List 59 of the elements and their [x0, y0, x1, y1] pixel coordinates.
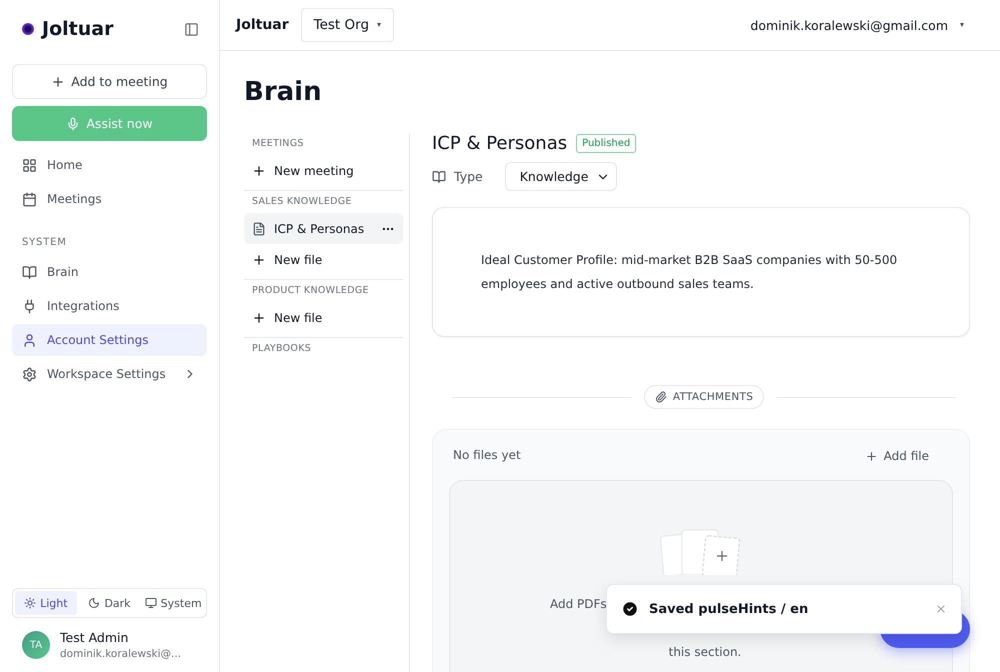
paperclip-icon [654, 391, 667, 403]
brand-name: Joltuar [236, 17, 289, 33]
nav-item[interactable]: Home [12, 149, 207, 181]
nav-icon [22, 192, 37, 206]
document-body: Ideal Customer Profile: mid-market B2B SaaS companies with 50-500 employees and active outbound sales teams. [481, 252, 898, 293]
plus-icon [864, 450, 878, 462]
attachments-label: ATTACHMENTS [644, 385, 764, 409]
nav-icon [22, 366, 37, 382]
close-icon[interactable] [935, 603, 947, 615]
type-label: Type [454, 169, 483, 184]
tree-section-heading: PRODUCT KNOWLEDGE [244, 279, 403, 302]
add-file-button[interactable]: Add file [858, 448, 935, 464]
check-icon [621, 600, 639, 618]
nav-icon [22, 264, 37, 280]
add-to-meeting-button[interactable]: Add to meeting [12, 64, 207, 99]
status-badge: Published [576, 134, 636, 153]
document-icon [252, 222, 266, 236]
new-item[interactable]: New file [244, 302, 403, 333]
user-email: dominik.koralewski@... [60, 648, 182, 660]
book-icon [432, 170, 446, 184]
section-heading: SYSTEM [21, 237, 68, 248]
drop-text: Add PDFs [550, 597, 607, 611]
account-menu[interactable]: dominik.koralewski@gmail.com [744, 16, 970, 34]
document-title: ICP & Personas [432, 133, 568, 154]
logo-icon [22, 23, 34, 35]
moon-icon [88, 597, 100, 609]
plus-icon [252, 310, 266, 324]
plus-icon [252, 252, 266, 266]
tree-section-heading: MEETINGS [251, 137, 305, 151]
nav-icon [22, 158, 37, 172]
nav-icon [22, 298, 37, 314]
file-item[interactable]: ICP & Personas [244, 213, 403, 244]
new-item[interactable]: New file [244, 244, 403, 275]
tree-section-heading: PLAYBOOKS [244, 337, 403, 360]
page-title: Brain [244, 77, 323, 107]
nav-item[interactable]: Workspace Settings [12, 358, 207, 390]
org-dropdown[interactable]: Test Org [300, 8, 394, 42]
toast-message: Saved pulseHints / en [649, 602, 810, 616]
new-item[interactable]: New meeting [244, 155, 403, 186]
user-avatar: TA [22, 631, 50, 659]
nav-item[interactable]: Brain [12, 256, 207, 288]
brand-name: Joltuar [42, 18, 114, 40]
sidebar-toggle-icon[interactable] [184, 22, 199, 36]
sun-icon [24, 597, 36, 609]
plus-icon [51, 74, 66, 88]
drop-text: this section. [668, 645, 742, 659]
theme-option[interactable]: Light [15, 591, 77, 615]
nav-item[interactable]: Account Settings [12, 324, 207, 356]
user-name: Test Admin [60, 630, 130, 645]
nav-icon [22, 332, 37, 348]
monitor-icon [144, 597, 157, 609]
nav-item[interactable]: Meetings [12, 183, 207, 215]
theme-option[interactable]: Dark [78, 591, 140, 615]
theme-option[interactable]: System [142, 591, 204, 615]
empty-text: No files yet [453, 448, 521, 464]
plus-icon [252, 164, 266, 178]
microphone-icon [66, 116, 80, 130]
type-select[interactable]: Knowledge [504, 162, 618, 191]
nav-item[interactable]: Integrations [12, 290, 207, 322]
